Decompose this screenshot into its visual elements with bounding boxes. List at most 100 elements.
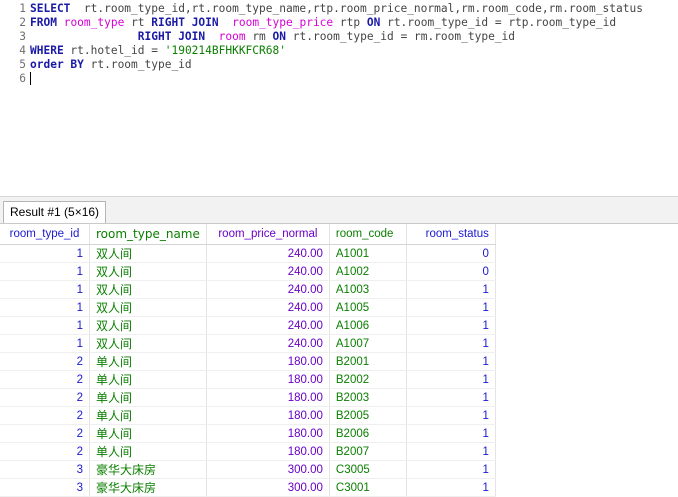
- cell-room-status[interactable]: 1: [406, 406, 496, 425]
- column-header-room-type-id[interactable]: room_type_id: [0, 224, 90, 245]
- cell-room-price-normal[interactable]: 180.00: [206, 442, 330, 461]
- cell-room-code[interactable]: A1007: [329, 334, 407, 353]
- table-row[interactable]: 2 单人间 180.00 B2002 1: [0, 370, 496, 389]
- cell-room-type-id[interactable]: 2: [0, 424, 90, 443]
- sql-keyword: ON: [272, 30, 287, 43]
- cell-room-code[interactable]: B2007: [329, 442, 407, 461]
- cell-room-type-id[interactable]: 2: [0, 442, 90, 461]
- table-row[interactable]: 1 双人间 240.00 A1007 1: [0, 334, 496, 353]
- cell-room-price-normal[interactable]: 180.00: [206, 388, 330, 407]
- column-header-room-price-normal[interactable]: room_price_normal: [206, 224, 330, 245]
- cell-room-price-normal[interactable]: 180.00: [206, 406, 330, 425]
- cell-room-type-id[interactable]: 1: [0, 280, 90, 299]
- table-row[interactable]: 1 双人间 240.00 A1003 1: [0, 280, 496, 299]
- cell-room-status[interactable]: 1: [406, 334, 496, 353]
- cell-room-type-id[interactable]: 3: [0, 478, 90, 497]
- tab-result-1[interactable]: Result #1 (5×16): [3, 201, 107, 223]
- sql-identifier: rt.room_type_id,rt.room_type_name,rtp.ro…: [70, 2, 643, 15]
- cell-room-type-name[interactable]: 双人间: [89, 334, 207, 353]
- cell-room-type-name[interactable]: 双人间: [89, 298, 207, 317]
- cell-room-status[interactable]: 1: [406, 370, 496, 389]
- table-row[interactable]: 2 单人间 180.00 B2003 1: [0, 388, 496, 407]
- table-row[interactable]: 3 豪华大床房 300.00 C3001 1: [0, 478, 496, 497]
- cell-room-price-normal[interactable]: 180.00: [206, 424, 330, 443]
- cell-room-type-id[interactable]: 1: [0, 298, 90, 317]
- cell-room-type-id[interactable]: 1: [0, 334, 90, 353]
- cell-room-type-id[interactable]: 1: [0, 262, 90, 281]
- table-row[interactable]: 3 豪华大床房 300.00 C3005 1: [0, 460, 496, 479]
- cell-room-code[interactable]: A1005: [329, 298, 407, 317]
- cell-room-price-normal[interactable]: 240.00: [206, 298, 330, 317]
- cell-room-code[interactable]: A1001: [329, 244, 407, 263]
- table-row[interactable]: 2 单人间 180.00 B2006 1: [0, 424, 496, 443]
- table-row[interactable]: 1 双人间 240.00 A1006 1: [0, 316, 496, 335]
- cell-room-status[interactable]: 1: [406, 460, 496, 479]
- table-row[interactable]: 2 单人间 180.00 B2001 1: [0, 352, 496, 371]
- code-text: RIGHT JOIN room rm ON rt.room_type_id = …: [30, 30, 515, 44]
- cell-room-status[interactable]: 1: [406, 478, 496, 497]
- cell-room-price-normal[interactable]: 180.00: [206, 370, 330, 389]
- cell-room-code[interactable]: B2006: [329, 424, 407, 443]
- cell-room-code[interactable]: C3005: [329, 460, 407, 479]
- cell-room-status[interactable]: 0: [406, 244, 496, 263]
- sql-keyword: order BY: [30, 58, 84, 71]
- result-grid[interactable]: room_type_id room_type_name room_price_n…: [0, 224, 678, 497]
- cell-room-type-name[interactable]: 单人间: [89, 370, 207, 389]
- cell-room-type-id[interactable]: 1: [0, 316, 90, 335]
- cell-room-type-name[interactable]: 双人间: [89, 244, 207, 263]
- cell-room-price-normal[interactable]: 300.00: [206, 478, 330, 497]
- cell-room-type-id[interactable]: 2: [0, 406, 90, 425]
- column-header-room-status[interactable]: room_status: [406, 224, 496, 245]
- cell-room-type-id[interactable]: 3: [0, 460, 90, 479]
- cell-room-price-normal[interactable]: 240.00: [206, 334, 330, 353]
- cell-room-type-name[interactable]: 单人间: [89, 442, 207, 461]
- cell-room-code[interactable]: C3001: [329, 478, 407, 497]
- cell-room-type-id[interactable]: 1: [0, 244, 90, 263]
- cell-room-code[interactable]: A1006: [329, 316, 407, 335]
- table-row[interactable]: 1 双人间 240.00 A1005 1: [0, 298, 496, 317]
- cell-room-status[interactable]: 1: [406, 424, 496, 443]
- table-row[interactable]: 1 双人间 240.00 A1002 0: [0, 262, 496, 281]
- cell-room-code[interactable]: A1002: [329, 262, 407, 281]
- cell-room-price-normal[interactable]: 240.00: [206, 244, 330, 263]
- cell-room-type-name[interactable]: 豪华大床房: [89, 460, 207, 479]
- column-header-room-type-name[interactable]: room_type_name: [89, 224, 207, 245]
- cell-room-code[interactable]: B2002: [329, 370, 407, 389]
- cell-room-type-name[interactable]: 单人间: [89, 424, 207, 443]
- cell-room-type-id[interactable]: 2: [0, 388, 90, 407]
- cell-room-type-name[interactable]: 双人间: [89, 316, 207, 335]
- cell-room-type-id[interactable]: 2: [0, 370, 90, 389]
- sql-editor[interactable]: 1 SELECT rt.room_type_id,rt.room_type_nam…: [0, 0, 678, 196]
- cell-room-code[interactable]: B2005: [329, 406, 407, 425]
- cell-room-price-normal[interactable]: 240.00: [206, 280, 330, 299]
- cell-room-status[interactable]: 1: [406, 280, 496, 299]
- cell-room-code[interactable]: B2001: [329, 352, 407, 371]
- table-row[interactable]: 2 单人间 180.00 B2007 1: [0, 442, 496, 461]
- cell-room-type-name[interactable]: 单人间: [89, 388, 207, 407]
- cell-room-price-normal[interactable]: 300.00: [206, 460, 330, 479]
- sql-identifier: rtp: [333, 16, 367, 29]
- cell-room-status[interactable]: 1: [406, 352, 496, 371]
- cell-room-code[interactable]: B2003: [329, 388, 407, 407]
- cell-room-code[interactable]: A1003: [329, 280, 407, 299]
- cell-room-type-name[interactable]: 双人间: [89, 280, 207, 299]
- cell-room-status[interactable]: 1: [406, 298, 496, 317]
- cell-room-status[interactable]: 1: [406, 316, 496, 335]
- table-row[interactable]: 2 单人间 180.00 B2005 1: [0, 406, 496, 425]
- cell-room-type-id[interactable]: 2: [0, 352, 90, 371]
- cell-room-type-name[interactable]: 单人间: [89, 406, 207, 425]
- sql-identifier: rt.room_type_id: [83, 58, 192, 71]
- cell-room-status[interactable]: 1: [406, 442, 496, 461]
- cell-room-type-name[interactable]: 豪华大床房: [89, 478, 207, 497]
- cell-room-price-normal[interactable]: 180.00: [206, 352, 330, 371]
- cell-room-type-name[interactable]: 双人间: [89, 262, 207, 281]
- cell-room-status[interactable]: 1: [406, 388, 496, 407]
- result-tab-strip: Result #1 (5×16): [0, 197, 678, 224]
- cell-room-price-normal[interactable]: 240.00: [206, 316, 330, 335]
- cell-room-status[interactable]: 0: [406, 262, 496, 281]
- text-caret: [30, 72, 31, 85]
- column-header-room-code[interactable]: room_code: [329, 224, 407, 245]
- table-row[interactable]: 1 双人间 240.00 A1001 0: [0, 244, 496, 263]
- cell-room-price-normal[interactable]: 240.00: [206, 262, 330, 281]
- cell-room-type-name[interactable]: 单人间: [89, 352, 207, 371]
